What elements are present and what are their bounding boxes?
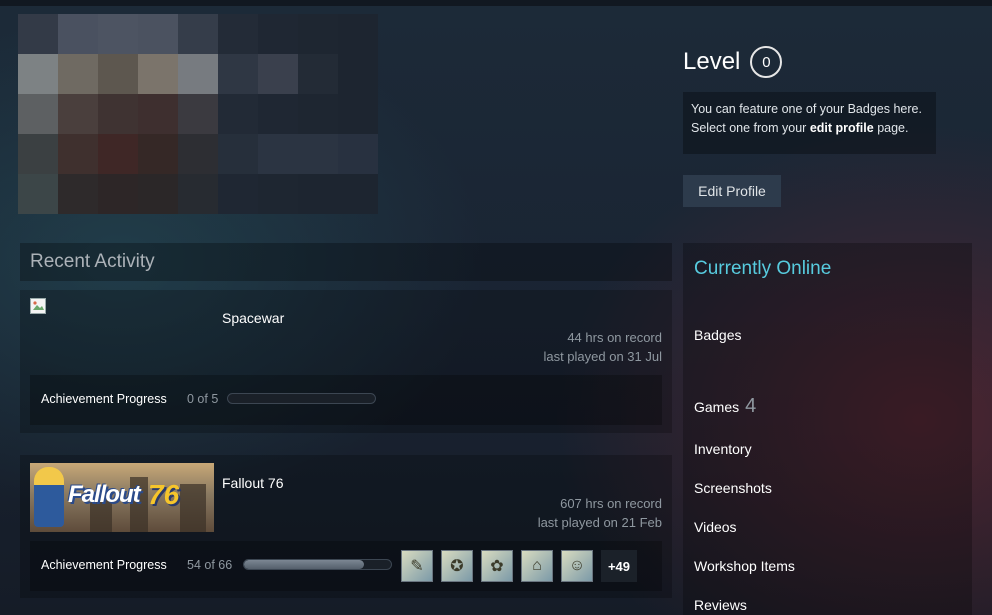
- sidebar-item-screenshots[interactable]: Screenshots: [694, 480, 772, 496]
- badge-note-line-2: Select one from your edit profile page.: [691, 119, 928, 138]
- last-played: last played on 31 Jul: [543, 349, 662, 364]
- badge-note-text: Select one from your: [691, 121, 810, 135]
- achievement-count: 0 of 5: [187, 392, 219, 406]
- window-top-border: [0, 0, 992, 6]
- achievement-icon[interactable]: ✿: [481, 550, 513, 582]
- sidebar-item-games[interactable]: Games 4: [694, 395, 756, 418]
- vault-boy-icon: [34, 467, 64, 527]
- profile-avatar[interactable]: [18, 14, 378, 214]
- sidebar-item-videos[interactable]: Videos: [694, 519, 737, 535]
- game-name[interactable]: Fallout 76: [222, 475, 283, 491]
- last-played: last played on 21 Feb: [537, 515, 662, 530]
- capsule-logo-number: 76: [148, 479, 180, 510]
- game-capsule-image[interactable]: Fallout 76: [30, 463, 214, 532]
- more-achievements-count[interactable]: +49: [601, 550, 637, 582]
- achievement-icon[interactable]: ✪: [441, 550, 473, 582]
- badge-note-line-1: You can feature one of your Badges here.: [691, 102, 922, 116]
- profile-level: Level 0: [683, 46, 783, 78]
- featured-badge-note: You can feature one of your Badges here.…: [683, 92, 936, 154]
- broken-image-icon[interactable]: [30, 298, 46, 314]
- achievement-label: Achievement Progress: [41, 392, 167, 406]
- edit-profile-link[interactable]: edit profile: [810, 121, 874, 135]
- achievement-icon[interactable]: ⌂: [521, 550, 553, 582]
- online-status: Currently Online: [694, 258, 832, 279]
- hours-on-record: 44 hrs on record: [567, 330, 662, 345]
- achievement-progress-bar: [243, 559, 392, 570]
- achievement-progress-box[interactable]: Achievement Progress 54 of 66 ✎ ✪ ✿ ⌂ ☺ …: [30, 541, 662, 591]
- edit-profile-button[interactable]: Edit Profile: [683, 175, 781, 207]
- achievement-progress-bar: [227, 393, 376, 404]
- badge-note-text-end: page.: [873, 121, 909, 135]
- achievement-progress-fill: [244, 560, 365, 569]
- achievement-icon[interactable]: ✎: [401, 550, 433, 582]
- games-count: 4: [745, 395, 757, 417]
- achievement-label: Achievement Progress: [41, 558, 167, 572]
- level-label: Level: [683, 48, 741, 75]
- sidebar-item-label: Games: [694, 399, 740, 415]
- level-badge[interactable]: 0: [750, 46, 783, 78]
- profile-sidebar: Currently Online Badges Games 4 Inventory…: [683, 243, 972, 615]
- achievement-count: 54 of 66: [187, 558, 233, 572]
- sidebar-item-workshop[interactable]: Workshop Items: [694, 558, 795, 574]
- sidebar-item-badges[interactable]: Badges: [694, 327, 741, 343]
- hours-on-record: 607 hrs on record: [560, 496, 662, 511]
- game-card-fallout-76: Fallout 76 Fallout 76 607 hrs on record …: [20, 455, 672, 598]
- achievement-icons: ✎ ✪ ✿ ⌂ ☺ +49: [401, 550, 637, 582]
- achievement-icon[interactable]: ☺: [561, 550, 593, 582]
- sidebar-item-inventory[interactable]: Inventory: [694, 441, 752, 457]
- game-name[interactable]: Spacewar: [222, 310, 284, 326]
- recent-activity-header: Recent Activity: [20, 243, 672, 281]
- capsule-logo-text: Fallout: [68, 481, 141, 508]
- game-card-spacewar: Spacewar 44 hrs on record last played on…: [20, 290, 672, 433]
- achievement-progress-box[interactable]: Achievement Progress 0 of 5: [30, 375, 662, 425]
- recent-activity-title: Recent Activity: [30, 251, 155, 272]
- sidebar-item-reviews[interactable]: Reviews: [694, 597, 747, 613]
